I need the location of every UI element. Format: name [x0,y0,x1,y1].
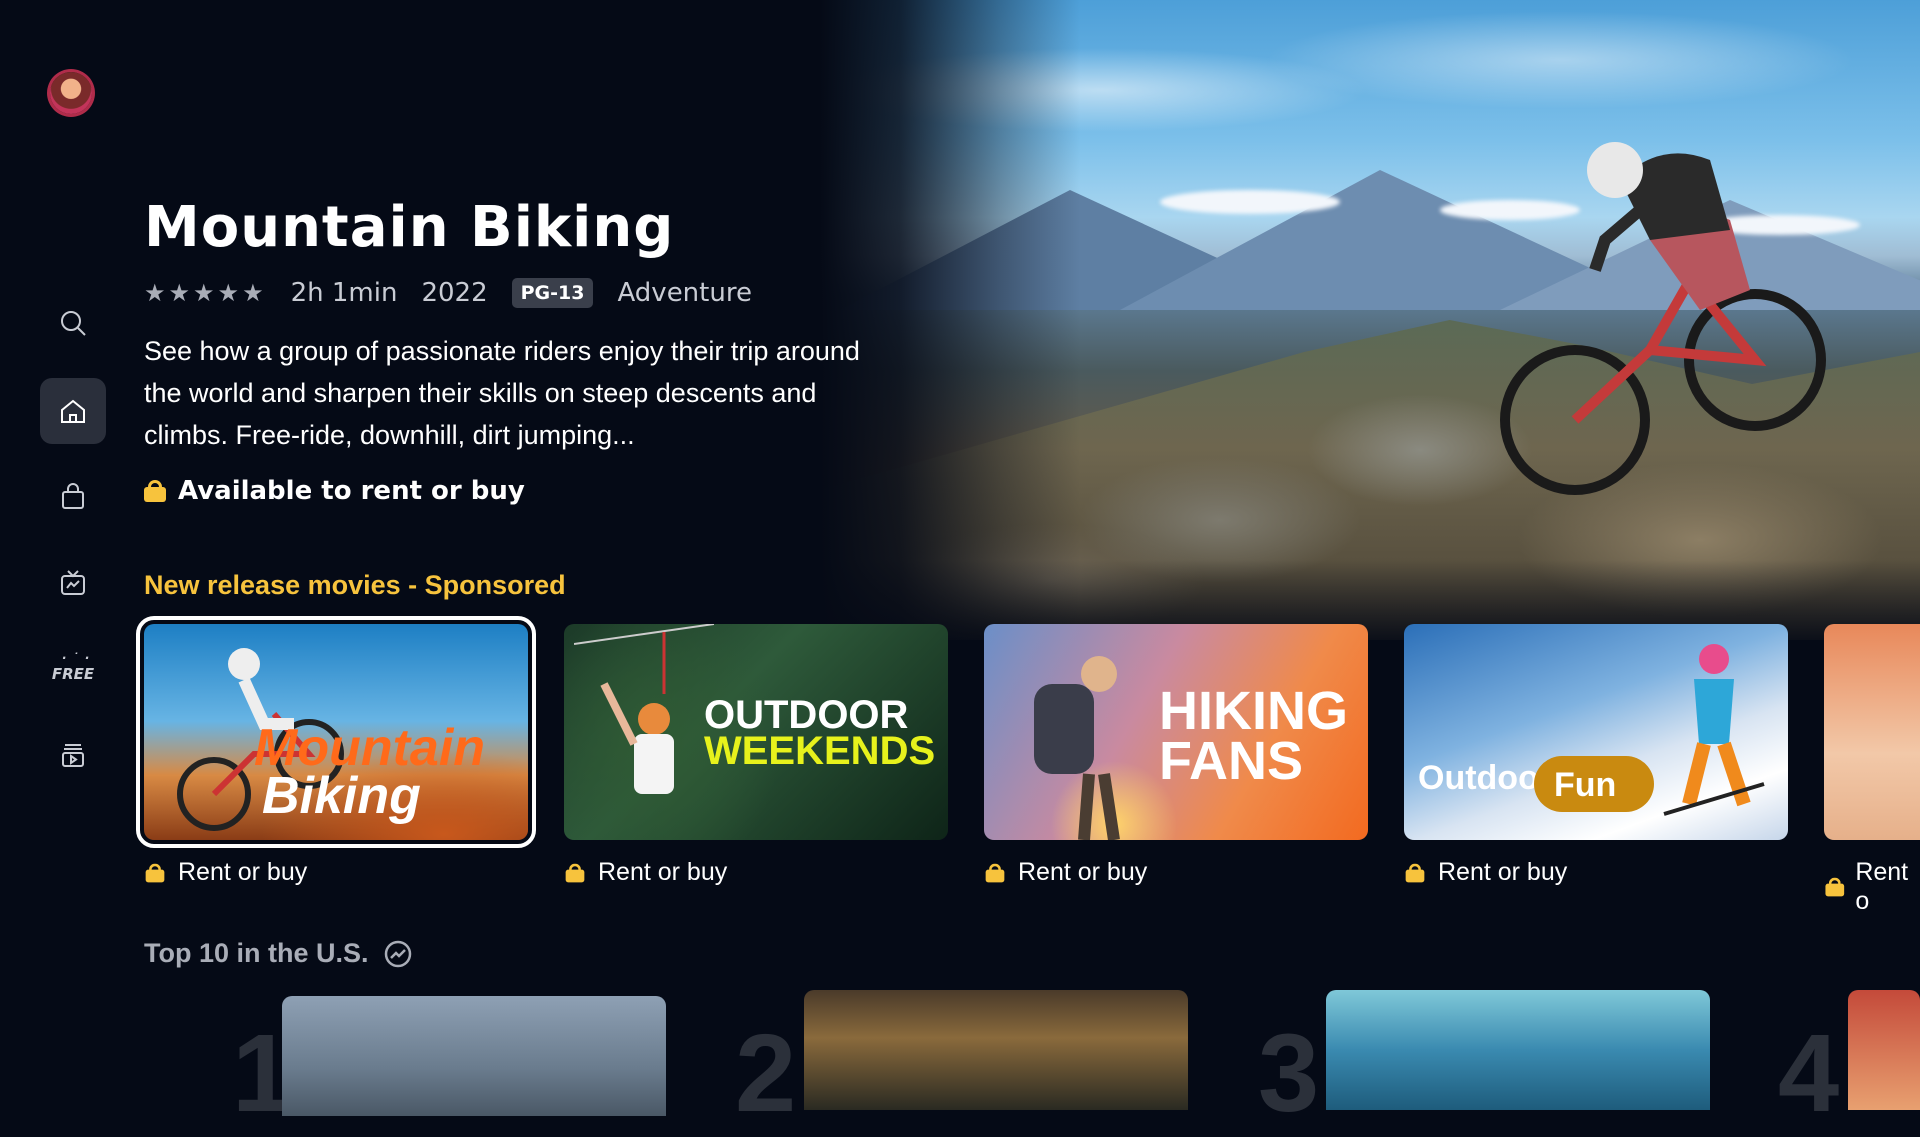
rank-number: 3 [1258,1012,1320,1135]
card-subtitle: Rent o [1824,858,1920,916]
card-subtitle-text: Rent or buy [1438,858,1568,886]
movie-card-mountain-biking[interactable]: Mountain Biking [136,616,536,848]
sidebar-item-store[interactable] [40,464,106,530]
sidebar-item-live-tv[interactable] [40,550,106,616]
search-icon [61,311,86,336]
card-title-line2: Fun [1554,766,1617,804]
movie-card-outdoor-fun[interactable]: Outdoor Fun [1404,624,1788,840]
card-subtitle-text: Rent or buy [1018,858,1148,886]
genre: Adventure [617,278,752,308]
availability-text: Available to rent or buy [178,476,525,506]
sidebar-item-search[interactable] [40,290,106,356]
mountain-biker-illustration [1500,142,1826,495]
card-title-line1: Outdoor [1418,759,1553,797]
hero-meta-row: ★★★★★ 2h 1min 2022 PG-13 Adventure [144,278,904,308]
hero-info: Mountain Biking ★★★★★ 2h 1min 2022 PG-13… [144,195,904,506]
top10-card-2[interactable] [804,990,1188,1110]
card-subtitle-text: Rent o [1855,858,1909,915]
hero-background-image [800,0,1920,640]
store-bag-icon [62,483,84,509]
card-title-line1: HIKING [1159,681,1348,741]
card-subtitle-text: Rent or buy [178,858,308,886]
card-subtitle-text: Rent or buy [598,858,728,886]
shopping-bag-icon [1405,863,1425,882]
avatar[interactable] [50,72,92,114]
rank-number: 4 [1778,1012,1840,1135]
card-title-line2: WEEKENDS [704,729,936,773]
card-subtitle: Rent or buy [564,858,727,887]
star-rating: ★★★★★ [144,279,267,307]
sidebar-item-library[interactable] [40,722,106,788]
free-icon: FREE [52,651,94,683]
hero-description: See how a group of passionate riders enj… [144,336,860,450]
sidebar-item-home[interactable] [40,378,106,444]
rank-number: 2 [735,1012,797,1135]
sidebar-item-free[interactable]: FREE [40,636,106,702]
availability-label: Available to rent or buy [144,476,904,506]
sidebar: FREE [0,0,140,1080]
trending-icon [384,940,411,967]
shopping-bag-icon [144,480,166,502]
card-subtitle: Rent or buy [144,858,307,887]
movie-card-partial[interactable] [1824,624,1920,840]
shopping-bag-icon [985,863,1005,882]
top10-card-4[interactable] [1848,990,1920,1110]
home-icon [61,399,85,423]
shopping-bag-icon [1825,877,1845,897]
card-title-line1: Mountain [254,719,486,777]
hero-title: Mountain Biking [144,195,675,260]
shopping-bag-icon [565,863,585,882]
release-year: 2022 [421,278,488,308]
movie-card-hiking-fans[interactable]: HIKING FANS [984,624,1368,840]
row-title-text: Top 10 in the U.S. [144,938,369,968]
skier-thumbnail-icon [1663,644,1765,816]
card-subtitle: Rent or buy [984,858,1147,887]
card-title-line2: FANS [1159,731,1304,791]
zipline-rider-icon [574,624,714,794]
duration: 2h 1min [290,278,398,308]
card-title-line2: Biking [262,767,421,825]
top10-card-1[interactable] [282,996,666,1116]
row-title-top-10: Top 10 in the U.S. [144,938,413,969]
live-tv-icon [61,570,85,595]
card-subtitle: Rent or buy [1404,858,1567,887]
shopping-bag-icon [145,863,165,882]
hiker-thumbnail-icon [1034,656,1120,840]
top10-card-3[interactable] [1326,990,1710,1110]
maturity-rating-badge: PG-13 [511,278,594,308]
row-title-new-releases: New release movies - Sponsored [144,570,566,600]
movie-card-outdoor-weekends[interactable]: OUTDOOR WEEKENDS [564,624,948,840]
library-icon [62,744,84,767]
